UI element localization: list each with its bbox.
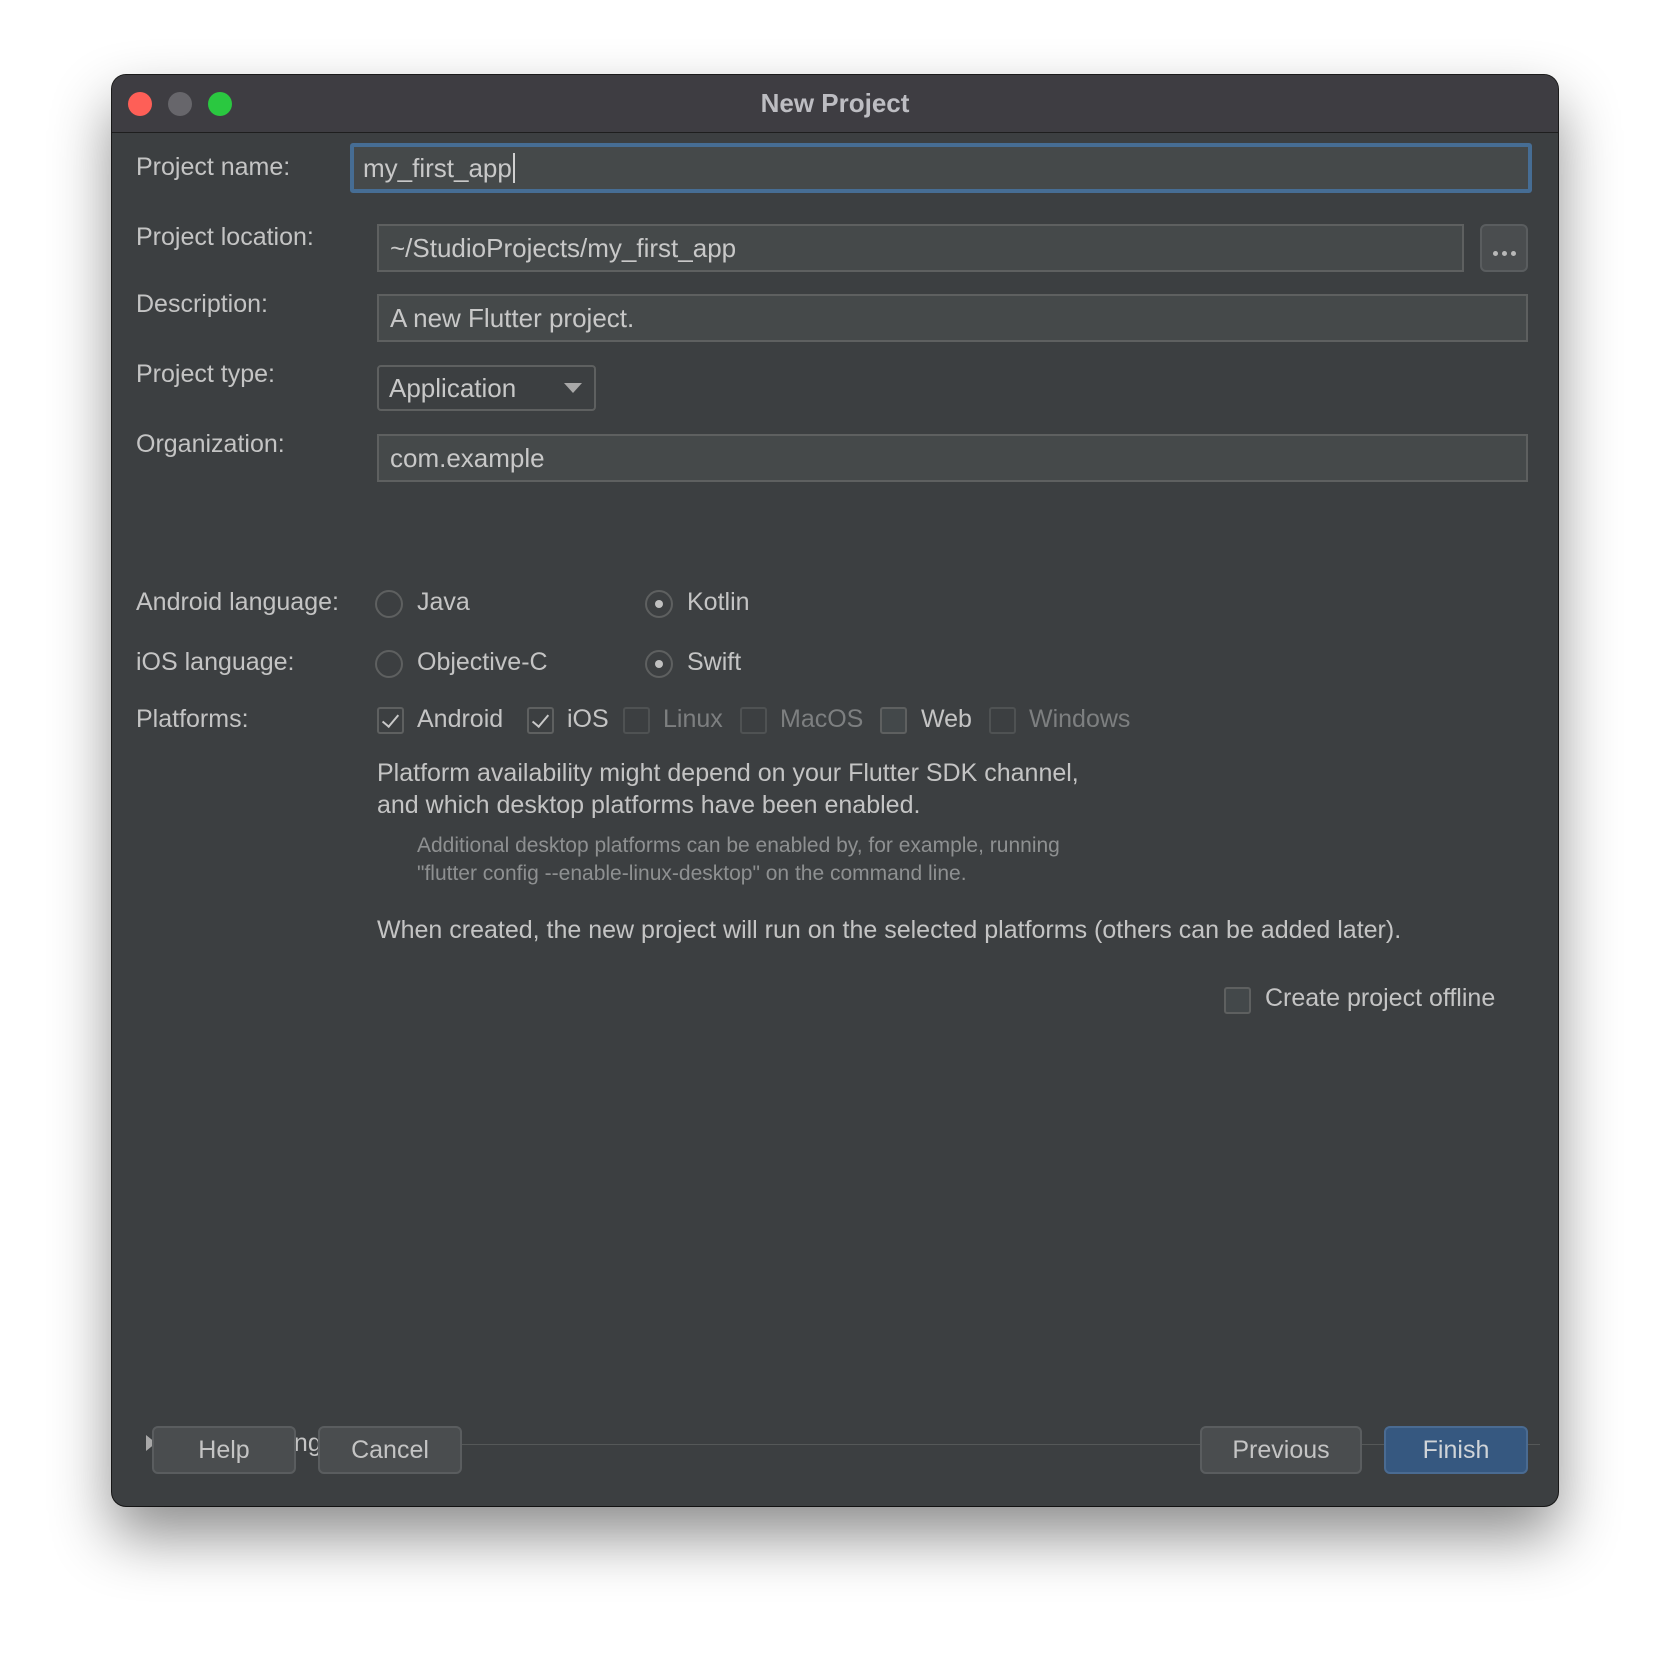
radio-objective-c[interactable] — [375, 650, 403, 678]
platforms-note: When created, the new project will run o… — [377, 916, 1402, 944]
checkbox-windows[interactable] — [989, 707, 1016, 734]
organization-input[interactable]: com.example — [377, 434, 1528, 482]
title-bar: New Project — [112, 75, 1558, 133]
browse-location-button[interactable] — [1480, 224, 1528, 272]
chevron-down-icon — [564, 383, 582, 393]
project-type-selected: Application — [389, 372, 517, 403]
checkbox-android[interactable] — [377, 707, 404, 734]
project-type-dropdown[interactable]: Application — [377, 365, 596, 411]
checkbox-macos[interactable] — [740, 707, 767, 734]
platform-availability-line1: Platform availability might depend on yo… — [377, 759, 1079, 787]
radio-kotlin[interactable] — [645, 590, 673, 618]
description-value: A new Flutter project. — [390, 302, 635, 333]
project-type-label: Project type: — [136, 360, 275, 388]
description-label: Description: — [136, 290, 268, 318]
checkbox-ios[interactable] — [527, 707, 554, 734]
checkbox-android-label: Android — [417, 705, 504, 733]
ios-language-label: iOS language: — [136, 648, 295, 676]
checkbox-windows-label: Windows — [1029, 705, 1131, 733]
project-location-label: Project location: — [136, 223, 314, 251]
radio-kotlin-label: Kotlin — [687, 588, 750, 616]
radio-swift[interactable] — [645, 650, 673, 678]
project-name-input[interactable]: my_first_app — [350, 143, 1532, 193]
help-button[interactable]: Help — [152, 1426, 296, 1474]
desktop-hint-line1: Additional desktop platforms can be enab… — [417, 834, 1060, 857]
checkbox-ios-label: iOS — [567, 705, 609, 733]
checkbox-linux[interactable] — [623, 707, 650, 734]
previous-button[interactable]: Previous — [1200, 1426, 1362, 1474]
description-input[interactable]: A new Flutter project. — [377, 294, 1528, 342]
checkbox-macos-label: MacOS — [780, 705, 864, 733]
organization-value: com.example — [390, 442, 545, 473]
checkbox-web-label: Web — [921, 705, 972, 733]
project-location-value: ~/StudioProjects/my_first_app — [390, 232, 737, 263]
checkbox-linux-label: Linux — [663, 705, 723, 733]
new-project-dialog: New Project Project name: my_first_app P… — [112, 75, 1558, 1506]
platforms-label: Platforms: — [136, 705, 249, 733]
ellipsis-icon — [1492, 250, 1498, 256]
platform-availability-line2: and which desktop platforms have been en… — [377, 791, 921, 819]
desktop-hint-line2: "flutter config --enable-linux-desktop" … — [417, 862, 967, 885]
checkmark-icon — [531, 709, 550, 729]
project-name-value: my_first_app — [363, 152, 512, 183]
window-title: New Project — [760, 88, 910, 118]
android-language-label: Android language: — [136, 588, 339, 616]
radio-swift-label: Swift — [687, 648, 742, 676]
project-name-label: Project name: — [136, 153, 291, 181]
dialog-content: Project name: my_first_app Project locat… — [112, 133, 1558, 1506]
cancel-button[interactable]: Cancel — [318, 1426, 462, 1474]
create-offline-label: Create project offline — [1265, 984, 1496, 1012]
checkmark-icon — [381, 709, 400, 729]
radio-java[interactable] — [375, 590, 403, 618]
radio-java-label: Java — [417, 588, 470, 616]
finish-button[interactable]: Finish — [1384, 1426, 1528, 1474]
text-caret — [512, 153, 515, 183]
organization-label: Organization: — [136, 430, 285, 458]
radio-objective-c-label: Objective-C — [417, 648, 548, 676]
checkbox-create-offline[interactable] — [1224, 987, 1251, 1014]
project-location-input[interactable]: ~/StudioProjects/my_first_app — [377, 224, 1464, 272]
more-settings-divider — [364, 1444, 1540, 1445]
checkbox-web[interactable] — [880, 707, 907, 734]
